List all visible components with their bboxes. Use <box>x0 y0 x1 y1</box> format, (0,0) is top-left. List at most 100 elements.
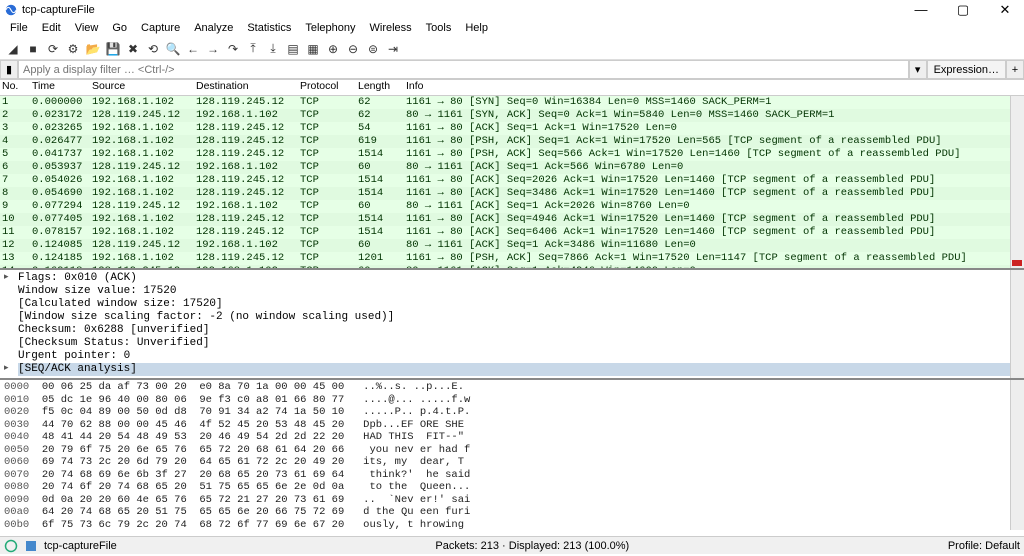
hex-row[interactable]: 0010 05 dc 1e 96 40 00 80 06 9e f3 c0 a8… <box>4 394 1020 407</box>
minimize-button[interactable]: — <box>906 2 936 18</box>
menu-help[interactable]: Help <box>459 20 494 38</box>
hex-scrollbar[interactable] <box>1010 380 1024 530</box>
zoom-in-icon[interactable]: ⊕ <box>324 40 342 58</box>
packet-list[interactable]: No. Time Source Destination Protocol Len… <box>0 80 1024 270</box>
hex-row[interactable]: 0060 69 74 73 2c 20 6d 79 20 64 65 61 72… <box>4 456 1020 469</box>
menu-edit[interactable]: Edit <box>36 20 67 38</box>
menu-file[interactable]: File <box>4 20 34 38</box>
hex-row[interactable]: 0030 44 70 62 88 00 00 45 46 4f 52 45 20… <box>4 419 1020 432</box>
status-expert-icon[interactable] <box>24 539 38 553</box>
col-dest[interactable]: Destination <box>196 80 296 95</box>
packet-details[interactable]: ▸ Flags: 0x010 (ACK) Window size value: … <box>0 270 1024 380</box>
detail-seqack[interactable]: [SEQ/ACK analysis] <box>18 363 1016 376</box>
menu-telephony[interactable]: Telephony <box>299 20 361 38</box>
hex-row[interactable]: 0020 f5 0c 04 89 00 50 0d d8 70 91 34 a2… <box>4 406 1020 419</box>
hex-row[interactable]: 0050 20 79 6f 75 20 6e 65 76 65 72 20 68… <box>4 444 1020 457</box>
cell-info: 1161 → 80 [PSH, ACK] Seq=7866 Ack=1 Win=… <box>406 252 1022 265</box>
hex-row[interactable]: 0090 0d 0a 20 20 60 4e 65 76 65 72 21 27… <box>4 494 1020 507</box>
table-row[interactable]: 90.077294128.119.245.12192.168.1.102TCP6… <box>0 200 1024 213</box>
status-profile[interactable]: Profile: Default <box>948 540 1020 552</box>
cell-no: 10 <box>2 213 28 226</box>
colorize-icon[interactable]: ▦ <box>304 40 322 58</box>
cell-time: 0.078157 <box>32 226 88 239</box>
add-filter-icon[interactable]: + <box>1006 60 1024 79</box>
packet-list-scrollbar[interactable] <box>1010 96 1024 268</box>
menu-go[interactable]: Go <box>106 20 133 38</box>
detail-flags[interactable]: Flags: 0x010 (ACK) <box>18 272 1016 285</box>
zoom-reset-icon[interactable]: ⊜ <box>364 40 382 58</box>
menu-analyze[interactable]: Analyze <box>188 20 239 38</box>
menu-wireless[interactable]: Wireless <box>364 20 418 38</box>
hex-row[interactable]: 0070 20 74 68 69 6e 6b 3f 27 20 68 65 20… <box>4 469 1020 482</box>
col-proto[interactable]: Protocol <box>300 80 354 95</box>
table-row[interactable]: 10.000000192.168.1.102128.119.245.12TCP6… <box>0 96 1024 109</box>
save-icon[interactable]: 💾 <box>104 40 122 58</box>
options-icon[interactable]: ⚙ <box>64 40 82 58</box>
stop-capture-icon[interactable]: ■ <box>24 40 42 58</box>
details-scrollbar[interactable] <box>1010 270 1024 378</box>
table-row[interactable]: 100.077405192.168.1.102128.119.245.12TCP… <box>0 213 1024 226</box>
filter-dropdown-icon[interactable]: ▾ <box>909 60 927 79</box>
cell-src: 128.119.245.12 <box>92 161 192 174</box>
col-no[interactable]: No. <box>2 80 28 95</box>
cell-proto: TCP <box>300 174 354 187</box>
table-row[interactable]: 130.124185192.168.1.102128.119.245.12TCP… <box>0 252 1024 265</box>
hex-row[interactable]: 0040 48 41 44 20 54 48 49 53 20 46 49 54… <box>4 431 1020 444</box>
menu-view[interactable]: View <box>69 20 105 38</box>
display-filter-input[interactable] <box>18 60 909 79</box>
hex-row[interactable]: 00a0 64 20 74 68 65 20 51 75 65 65 6e 20… <box>4 506 1020 519</box>
start-capture-icon[interactable]: ◢ <box>4 40 22 58</box>
table-row[interactable]: 80.054690192.168.1.102128.119.245.12TCP1… <box>0 187 1024 200</box>
col-time[interactable]: Time <box>32 80 88 95</box>
expression-button[interactable]: Expression… <box>927 60 1006 79</box>
menu-statistics[interactable]: Statistics <box>241 20 297 38</box>
cell-len: 60 <box>358 239 402 252</box>
hex-row[interactable]: 00b0 6f 75 73 6c 79 2c 20 74 68 72 6f 77… <box>4 519 1020 531</box>
hex-row[interactable]: 0080 20 74 6f 20 74 68 65 20 51 75 65 65… <box>4 481 1020 494</box>
col-info[interactable]: Info <box>406 80 1022 95</box>
status-bar: tcp-captureFile Packets: 213 · Displayed… <box>0 536 1024 554</box>
find-icon[interactable]: 🔍 <box>164 40 182 58</box>
status-ready-icon[interactable] <box>4 539 18 553</box>
detail-ckstat[interactable]: [Checksum Status: Unverified] <box>18 337 1016 350</box>
detail-urgent[interactable]: Urgent pointer: 0 <box>18 350 1016 363</box>
col-len[interactable]: Length <box>358 80 402 95</box>
status-packets: Packets: 213 · Displayed: 213 (100.0%) <box>435 540 629 552</box>
last-icon[interactable]: ⤓ <box>264 40 282 58</box>
table-row[interactable]: 50.041737192.168.1.102128.119.245.12TCP1… <box>0 148 1024 161</box>
autoscroll-icon[interactable]: ▤ <box>284 40 302 58</box>
jump-icon[interactable]: ↷ <box>224 40 242 58</box>
table-row[interactable]: 40.026477192.168.1.102128.119.245.12TCP6… <box>0 135 1024 148</box>
expand-icon[interactable]: ▸ <box>4 363 9 373</box>
zoom-out-icon[interactable]: ⊖ <box>344 40 362 58</box>
hex-row[interactable]: 0000 00 06 25 da af 73 00 20 e0 8a 70 1a… <box>4 381 1020 394</box>
detail-scale[interactable]: [Window size scaling factor: -2 (no wind… <box>18 311 1016 324</box>
back-icon[interactable]: ← <box>184 40 202 58</box>
maximize-button[interactable]: ▢ <box>948 2 978 18</box>
packet-list-body[interactable]: 10.000000192.168.1.102128.119.245.12TCP6… <box>0 96 1024 270</box>
detail-calcwin[interactable]: [Calculated window size: 17520] <box>18 298 1016 311</box>
close-file-icon[interactable]: ✖ <box>124 40 142 58</box>
menu-capture[interactable]: Capture <box>135 20 186 38</box>
reload-icon[interactable]: ⟲ <box>144 40 162 58</box>
table-row[interactable]: 60.053937128.119.245.12192.168.1.102TCP6… <box>0 161 1024 174</box>
detail-winval[interactable]: Window size value: 17520 <box>18 285 1016 298</box>
table-row[interactable]: 70.054026192.168.1.102128.119.245.12TCP1… <box>0 174 1024 187</box>
packet-bytes[interactable]: 0000 00 06 25 da af 73 00 20 e0 8a 70 1a… <box>0 380 1024 530</box>
close-button[interactable]: ✕ <box>990 2 1020 18</box>
menu-tools[interactable]: Tools <box>420 20 458 38</box>
restart-capture-icon[interactable]: ⟳ <box>44 40 62 58</box>
first-icon[interactable]: ⤒ <box>244 40 262 58</box>
scroll-marker-icon <box>1012 260 1022 266</box>
table-row[interactable]: 120.124085128.119.245.12192.168.1.102TCP… <box>0 239 1024 252</box>
expand-icon[interactable]: ▸ <box>4 272 9 282</box>
open-icon[interactable]: 📂 <box>84 40 102 58</box>
bookmark-icon[interactable]: ▮ <box>0 60 18 79</box>
table-row[interactable]: 20.023172128.119.245.12192.168.1.102TCP6… <box>0 109 1024 122</box>
forward-icon[interactable]: → <box>204 40 222 58</box>
resize-cols-icon[interactable]: ⇥ <box>384 40 402 58</box>
detail-checksum[interactable]: Checksum: 0x6288 [unverified] <box>18 324 1016 337</box>
col-source[interactable]: Source <box>92 80 192 95</box>
table-row[interactable]: 30.023265192.168.1.102128.119.245.12TCP5… <box>0 122 1024 135</box>
table-row[interactable]: 110.078157192.168.1.102128.119.245.12TCP… <box>0 226 1024 239</box>
